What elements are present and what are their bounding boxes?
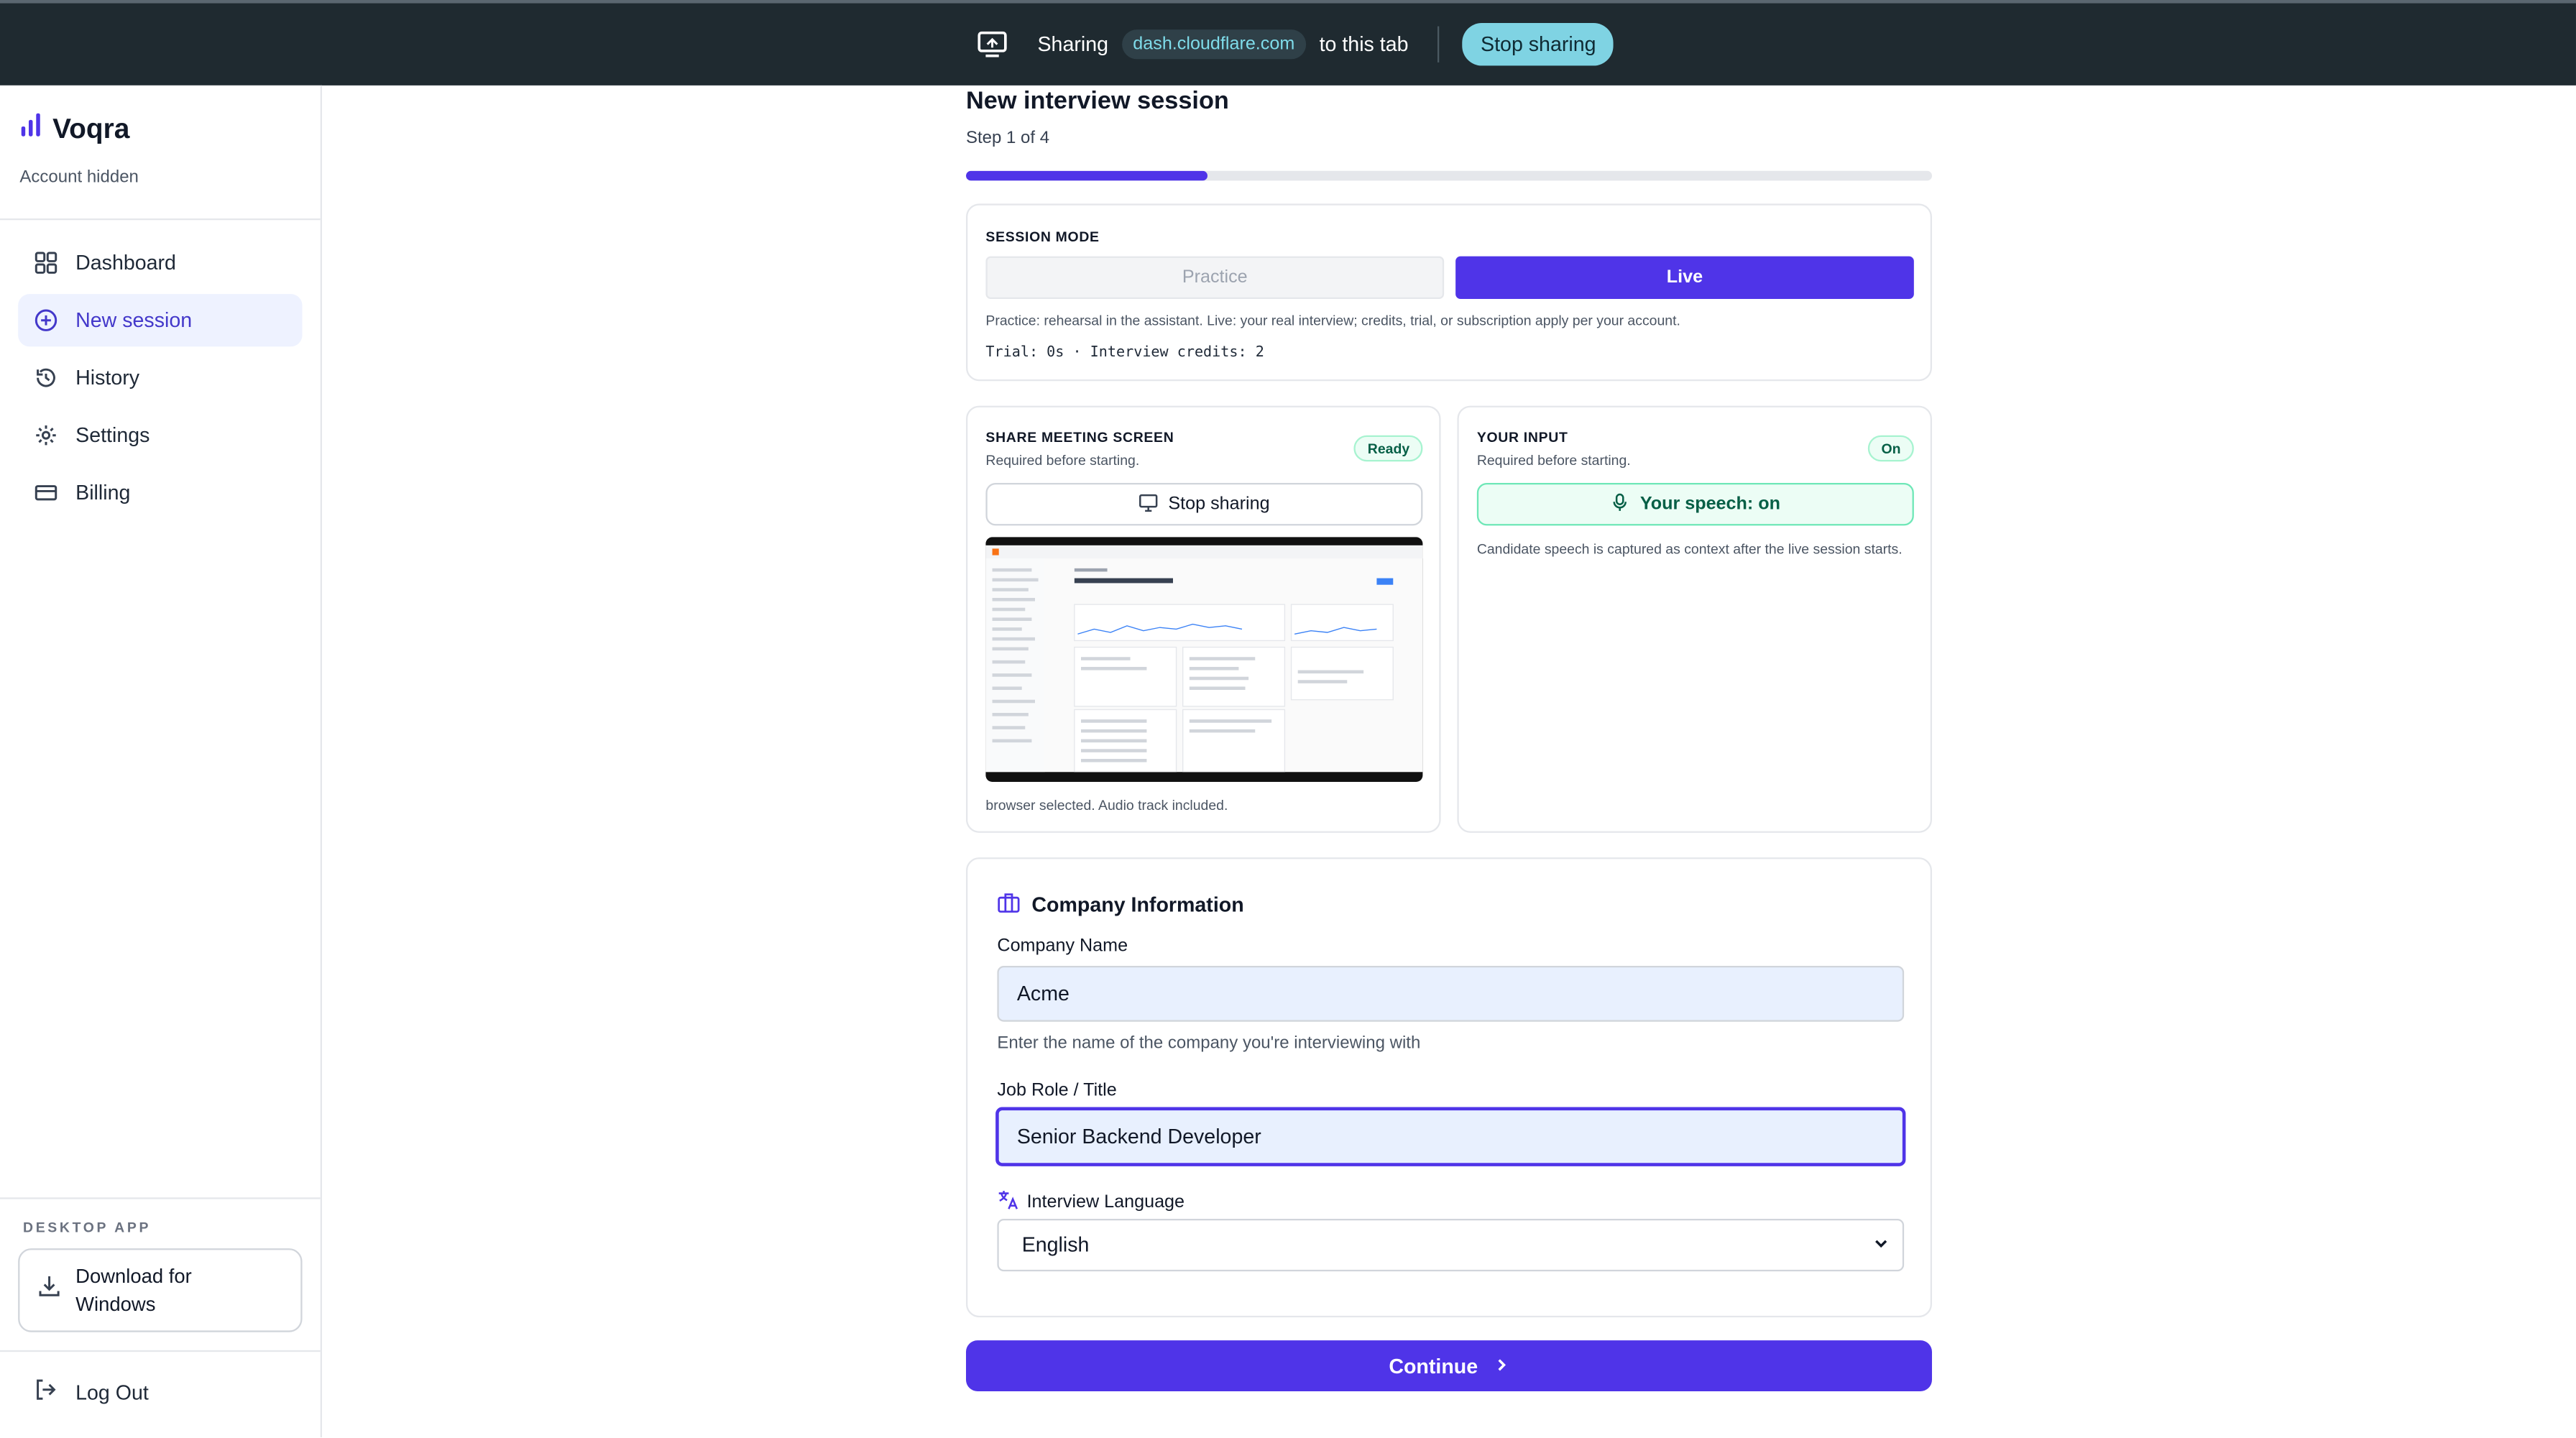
microphone-icon (1611, 492, 1630, 517)
practice-mode-button[interactable]: Practice (985, 256, 1445, 299)
screen-share-bar: Sharing dash.cloudflare.com to this tab … (0, 0, 2576, 86)
sidebar-item-dashboard[interactable]: Dashboard (18, 236, 302, 289)
step-indicator: Step 1 of 4 (965, 128, 1050, 148)
interview-language-label: Interview Language (1026, 1192, 1185, 1212)
your-input-label: YOUR INPUT (1476, 428, 1568, 446)
brand-name: Voqra (52, 112, 130, 144)
continue-button[interactable]: Continue (965, 1340, 1932, 1391)
job-role-label: Job Role / Title (997, 1080, 1117, 1101)
sidebar-item-label: History (75, 366, 140, 390)
job-role-input[interactable]: Senior Backend Developer (995, 1107, 1906, 1166)
interview-language-select[interactable]: English (997, 1218, 1905, 1272)
speech-toggle-button[interactable]: Your speech: on (1476, 482, 1914, 526)
shared-host: dash.cloudflare.com (1121, 29, 1307, 60)
share-meeting-screen-card: SHARE MEETING SCREEN Required before sta… (965, 405, 1441, 833)
sidebar: Voqra Account hidden Dashboard New sessi… (0, 85, 322, 1437)
download-label: Download for Windows (75, 1263, 192, 1315)
sharing-label: Sharing (1037, 32, 1108, 56)
live-mode-button[interactable]: Live (1455, 256, 1914, 299)
logout-icon (34, 1378, 58, 1406)
dashboard-icon (34, 252, 58, 275)
translate-icon (997, 1189, 1018, 1216)
company-name-help: Enter the name of the company you're int… (997, 1033, 1421, 1054)
share-screen-required: Required before starting. (985, 451, 1140, 469)
sidebar-item-settings[interactable]: Settings (18, 409, 302, 461)
sidebar-item-label: Settings (75, 423, 150, 447)
ready-status-badge: Ready (1354, 435, 1423, 462)
session-mode-label: SESSION MODE (985, 228, 1100, 245)
sidebar-nav: Dashboard New session History Settings B… (18, 236, 303, 524)
sidebar-item-label: Billing (75, 481, 131, 504)
sidebar-divider (0, 218, 321, 221)
history-icon (34, 367, 58, 390)
download-windows-button[interactable]: Download for Windows (18, 1248, 303, 1332)
credit-card-icon (34, 481, 58, 504)
interview-language-value: English (1021, 1233, 1090, 1257)
your-input-required: Required before starting. (1476, 451, 1631, 469)
company-information-card: Company Information Company Name Acme En… (965, 857, 1932, 1318)
logout-divider (0, 1350, 321, 1352)
brand[interactable]: Voqra (19, 111, 129, 146)
briefcase-icon (997, 892, 1020, 918)
desktop-app-label: DESKTOP APP (22, 1218, 152, 1235)
preview-screenshot-image (985, 545, 1423, 773)
sidebar-item-label: Dashboard (75, 251, 176, 275)
share-divider (1438, 26, 1440, 63)
share-screen-caption: browser selected. Audio track included. (985, 796, 1228, 814)
sidebar-item-billing[interactable]: Billing (18, 466, 302, 519)
input-on-badge: On (1868, 435, 1914, 462)
logout-button[interactable]: Log Out (34, 1378, 149, 1406)
logout-label: Log Out (75, 1381, 149, 1404)
shared-screen-preview (985, 537, 1423, 782)
share-screen-label: SHARE MEETING SCREEN (985, 428, 1174, 446)
continue-label: Continue (1389, 1354, 1478, 1378)
gear-icon (34, 424, 58, 447)
download-icon (38, 1275, 61, 1306)
sidebar-item-history[interactable]: History (18, 351, 302, 404)
app-page: Sharing dash.cloudflare.com to this tab … (0, 0, 2576, 1437)
stop-sharing-label: Stop sharing (1168, 494, 1270, 515)
page-title: New interview session (965, 87, 1229, 115)
company-name-input[interactable]: Acme (997, 965, 1905, 1022)
bar-chart-logo-icon (19, 111, 42, 146)
chevron-right-icon (1493, 1355, 1509, 1378)
sidebar-item-new-session[interactable]: New session (18, 294, 303, 347)
step-progress-fill (965, 170, 1208, 181)
company-name-label: Company Name (997, 936, 1128, 957)
chevron-down-icon (1873, 1234, 1890, 1257)
sidebar-item-label: New session (75, 308, 193, 332)
company-section-label: Company Information (1031, 893, 1244, 917)
screen-share-icon (975, 28, 1008, 61)
your-input-description: Candidate speech is captured as context … (1476, 540, 1903, 557)
plus-circle-icon (34, 309, 58, 332)
sharing-suffix: to this tab (1319, 32, 1409, 56)
account-label: Account hidden (19, 167, 139, 188)
session-mode-description: Practice: rehearsal in the assistant. Li… (985, 312, 1680, 329)
desktop-divider (0, 1197, 321, 1199)
speech-toggle-label: Your speech: on (1639, 494, 1780, 515)
stop-sharing-bar-button[interactable]: Stop sharing (1462, 22, 1614, 66)
trial-credits-info: Trial: 0s · Interview credits: 2 (985, 344, 1264, 361)
step-progress-bar (965, 170, 1932, 181)
monitor-icon (1138, 492, 1158, 517)
your-input-card: YOUR INPUT Required before starting. On … (1457, 405, 1932, 833)
company-section-title: Company Information (997, 892, 1244, 918)
interview-language-label-row: Interview Language (997, 1189, 1184, 1216)
session-mode-card: SESSION MODE Practice Live Practice: reh… (965, 203, 1932, 382)
stop-sharing-button[interactable]: Stop sharing (985, 482, 1423, 526)
